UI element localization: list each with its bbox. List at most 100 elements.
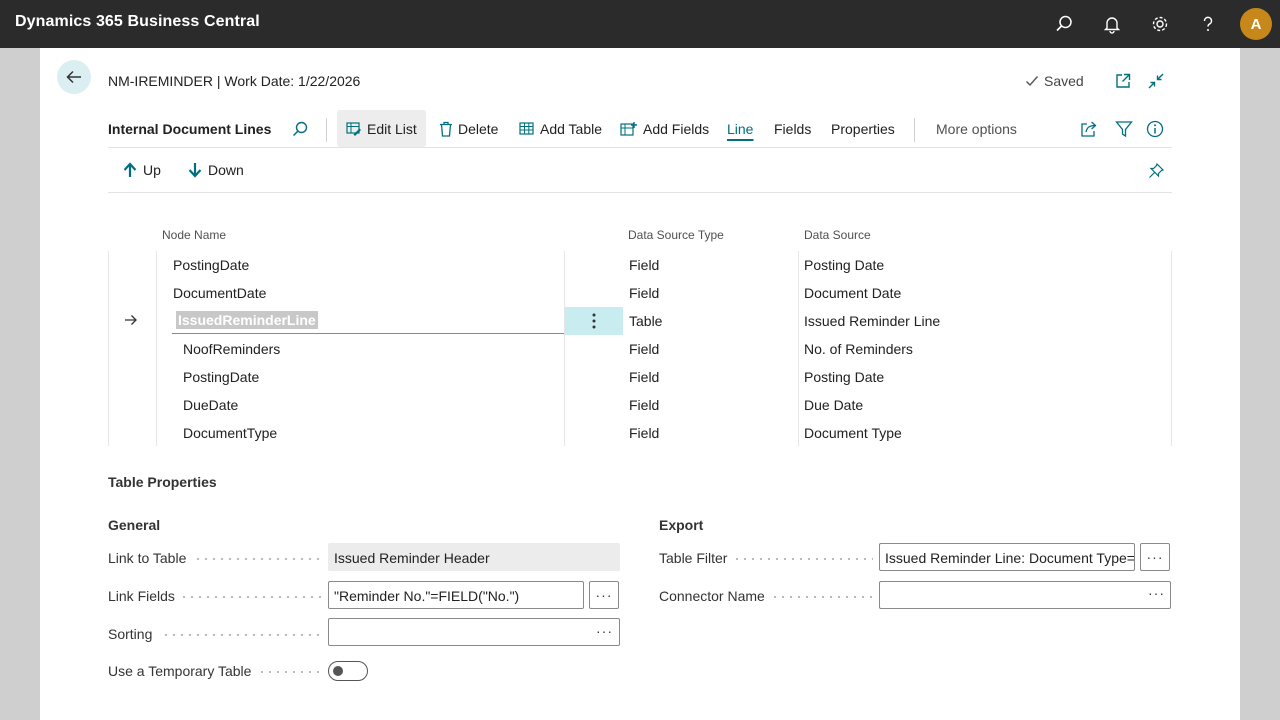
page-card: NM-IREMINDER | Work Date: 1/22/2026 Save… <box>40 48 1240 720</box>
data-source-type-cell[interactable]: Field <box>629 425 659 441</box>
data-source-cell[interactable]: Posting Date <box>804 369 884 385</box>
current-row-arrow-icon <box>124 313 138 332</box>
dotted-leader <box>162 634 322 636</box>
gear-icon[interactable] <box>1148 12 1172 36</box>
connector-name-input[interactable] <box>879 581 1171 609</box>
sorting-label: Sorting <box>108 626 153 642</box>
edit-list-label: Edit List <box>367 120 417 137</box>
fields-label: Fields <box>774 120 812 137</box>
data-source-type-cell[interactable]: Field <box>629 341 659 357</box>
action-bar: Internal Document Lines Edit List Delete… <box>108 110 1172 148</box>
temp-table-label: Use a Temporary Table <box>108 663 252 679</box>
connector-name-assist-button[interactable]: ··· <box>1148 585 1165 601</box>
data-source-type-cell[interactable]: Field <box>629 397 659 413</box>
table-row[interactable]: PostingDate Field Posting Date <box>108 251 1172 279</box>
section-title-table-properties[interactable]: Table Properties <box>108 474 217 490</box>
properties-label: Properties <box>831 120 895 137</box>
more-vertical-icon <box>592 313 596 329</box>
table-filter-assist-button[interactable]: ··· <box>1140 543 1170 571</box>
table-filter-input[interactable]: Issued Reminder Line: Document Type= <box>879 543 1135 571</box>
dotted-leader <box>180 596 322 598</box>
table-row[interactable]: DueDate Field Due Date <box>108 391 1172 419</box>
column-header-data-source[interactable]: Data Source <box>804 228 871 242</box>
node-name-cell[interactable]: DueDate <box>183 397 238 413</box>
open-new-window-icon[interactable] <box>1114 72 1132 90</box>
edit-list-icon <box>346 121 361 136</box>
edit-list-button[interactable]: Edit List <box>337 110 426 147</box>
data-source-cell[interactable]: Due Date <box>804 397 863 413</box>
help-icon[interactable] <box>1196 12 1220 36</box>
connector-name-label: Connector Name <box>659 588 765 604</box>
share-icon[interactable] <box>1080 120 1098 138</box>
dotted-leader <box>258 671 322 673</box>
arrow-left-icon <box>66 70 81 84</box>
node-name-cell[interactable]: DocumentDate <box>173 285 266 301</box>
link-fields-assist-button[interactable]: ··· <box>589 581 619 609</box>
column-header-node-name[interactable]: Node Name <box>162 228 226 242</box>
data-source-cell[interactable]: Posting Date <box>804 257 884 273</box>
add-table-button[interactable]: Add Table <box>510 110 611 147</box>
node-name-cell[interactable]: PostingDate <box>173 257 249 273</box>
tab-line[interactable]: Line <box>718 110 762 147</box>
line-label: Line <box>727 120 754 137</box>
filter-icon[interactable] <box>1115 120 1133 138</box>
search-icon[interactable] <box>291 120 309 138</box>
saved-label: Saved <box>1044 73 1084 89</box>
toggle-knob <box>333 666 343 676</box>
data-source-cell[interactable]: Document Date <box>804 285 901 301</box>
data-source-type-cell[interactable]: Table <box>629 313 662 329</box>
data-source-type-cell[interactable]: Field <box>629 369 659 385</box>
more-options-label: More options <box>936 120 1017 137</box>
bell-icon[interactable] <box>1100 12 1124 36</box>
table-row[interactable]: DocumentType Field Document Type <box>108 419 1172 447</box>
link-fields-input[interactable]: "Reminder No."=FIELD("No.") <box>328 581 584 609</box>
tab-fields[interactable]: Fields <box>765 110 820 147</box>
node-name-cell[interactable]: PostingDate <box>183 369 259 385</box>
table-row[interactable]: NoofReminders Field No. of Reminders <box>108 335 1172 363</box>
separator <box>914 118 915 142</box>
temp-table-toggle[interactable] <box>328 661 368 681</box>
page-title: NM-IREMINDER | Work Date: 1/22/2026 <box>108 73 361 89</box>
node-name-cell[interactable]: DocumentType <box>183 425 277 441</box>
node-name-cell[interactable]: NoofReminders <box>183 341 280 357</box>
sorting-input[interactable] <box>328 618 620 646</box>
sorting-assist-button[interactable]: ··· <box>596 623 613 639</box>
table-row[interactable]: DocumentDate Field Document Date <box>108 279 1172 307</box>
info-icon[interactable] <box>1146 120 1164 138</box>
back-button[interactable] <box>57 60 91 94</box>
down-button[interactable]: Down <box>188 162 244 178</box>
pin-icon[interactable] <box>1148 162 1165 184</box>
up-label: Up <box>143 162 161 178</box>
separator <box>326 118 327 142</box>
row-actions-button[interactable] <box>565 307 623 335</box>
column-header-data-source-type[interactable]: Data Source Type <box>628 228 724 242</box>
table-filter-label: Table Filter <box>659 550 728 566</box>
add-fields-icon <box>620 121 637 136</box>
delete-label: Delete <box>458 120 499 137</box>
part-title: Internal Document Lines <box>108 121 272 137</box>
delete-button[interactable]: Delete <box>430 110 507 147</box>
collapse-icon[interactable] <box>1147 72 1165 90</box>
data-source-cell[interactable]: Document Type <box>804 425 902 441</box>
data-source-cell[interactable]: No. of Reminders <box>804 341 913 357</box>
data-source-cell[interactable]: Issued Reminder Line <box>804 313 940 329</box>
table-icon <box>519 121 534 135</box>
add-fields-button[interactable]: Add Fields <box>611 110 718 147</box>
add-fields-label: Add Fields <box>643 120 710 137</box>
dotted-leader <box>194 558 322 560</box>
app-title[interactable]: Dynamics 365 Business Central <box>15 13 260 31</box>
search-icon[interactable] <box>1052 12 1076 36</box>
node-name-cell-selected[interactable]: IssuedReminderLine <box>176 311 318 329</box>
more-options-button[interactable]: More options <box>927 110 1026 147</box>
avatar[interactable]: A <box>1240 8 1272 40</box>
data-source-type-cell[interactable]: Field <box>629 285 659 301</box>
tab-properties[interactable]: Properties <box>822 110 904 147</box>
dotted-leader <box>733 558 873 560</box>
table-row-selected[interactable]: IssuedReminderLine Table Issued Reminder… <box>108 307 1172 335</box>
data-source-type-cell[interactable]: Field <box>629 257 659 273</box>
add-table-label: Add Table <box>540 120 603 137</box>
up-button[interactable]: Up <box>123 162 161 178</box>
down-label: Down <box>208 162 244 178</box>
table-row[interactable]: PostingDate Field Posting Date <box>108 363 1172 391</box>
sub-action-bar: Up Down <box>108 148 1172 193</box>
